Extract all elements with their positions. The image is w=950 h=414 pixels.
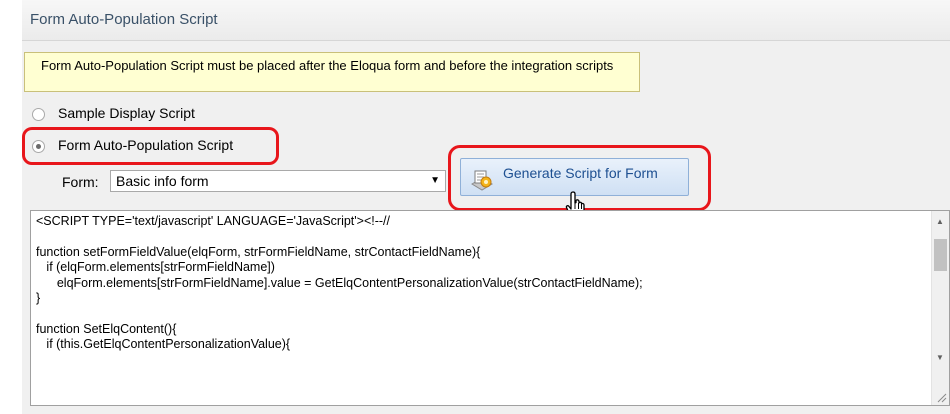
form-select-value: Basic info form xyxy=(116,173,209,189)
resize-grip-icon[interactable] xyxy=(935,391,947,403)
sample-display-radio[interactable] xyxy=(32,108,45,121)
chevron-down-icon[interactable]: ▼ xyxy=(430,175,440,186)
sample-display-label[interactable]: Sample Display Script xyxy=(58,105,195,121)
scroll-up-icon[interactable]: ▲ xyxy=(936,217,944,226)
form-select-label: Form: xyxy=(62,174,99,190)
form-auto-population-panel: Form Auto-Population Script Form Auto-Po… xyxy=(22,0,950,414)
script-output-text[interactable]: <SCRIPT TYPE='text/javascript' LANGUAGE=… xyxy=(31,211,949,353)
form-select[interactable]: Basic info form ▼ xyxy=(110,170,446,192)
scrollbar-thumb[interactable] xyxy=(934,239,947,271)
panel-title: Form Auto-Population Script xyxy=(30,11,218,28)
scroll-down-icon[interactable]: ▼ xyxy=(936,353,944,362)
radio-highlight-annotation xyxy=(22,127,279,165)
vertical-scrollbar[interactable]: ▲ ▼ xyxy=(931,211,949,405)
panel-header: Form Auto-Population Script xyxy=(22,0,950,41)
placement-notice: Form Auto-Population Script must be plac… xyxy=(24,52,640,92)
script-output-textarea[interactable]: <SCRIPT TYPE='text/javascript' LANGUAGE=… xyxy=(30,210,950,406)
